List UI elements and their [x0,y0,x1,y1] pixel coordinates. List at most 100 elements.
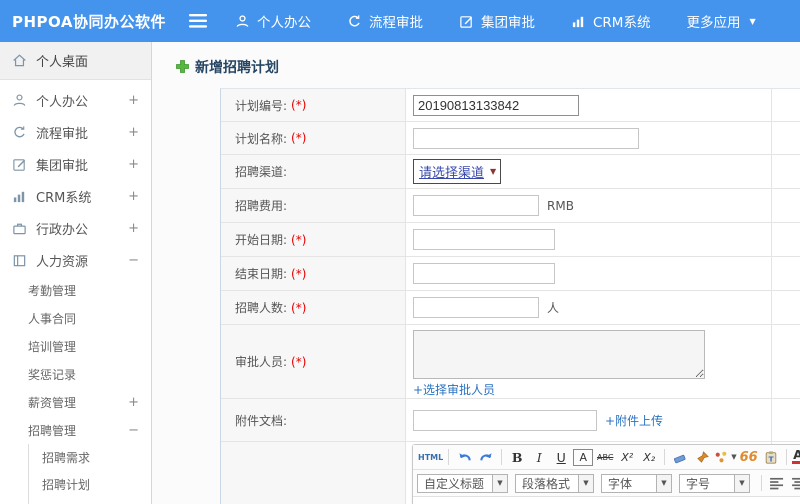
sidebar-item-hr-contract[interactable]: 人事合同 [0,304,151,332]
chevron-down-icon: ▼ [749,16,756,26]
eraser-icon[interactable] [670,447,690,467]
align-left-icon[interactable] [767,473,787,493]
caret-down-icon[interactable]: ▼ [657,473,672,493]
blockquote-button[interactable]: 66 [739,447,759,467]
collapse-minus-icon[interactable]: − [128,253,139,268]
sidebar-item-desktop[interactable]: 个人桌面 [0,42,151,80]
select-approvers-link[interactable]: +选择审批人员 [413,381,495,398]
sidebar-item-talent-pool[interactable]: 人才库 [29,498,151,504]
font-size-dropdown[interactable]: 字号 ▼ [679,473,750,493]
sidebar-item-label: 人事合同 [28,311,77,326]
caret-down-icon[interactable]: ▼ [735,473,750,493]
caret-down-icon: ▼ [490,167,497,176]
strikethrough-button[interactable]: ABC [595,447,615,467]
caret-down-icon[interactable]: ▼ [579,473,594,493]
plan-number-input[interactable] [413,94,579,116]
form-row-headcount: 招聘人数: (*) 人 [221,291,800,325]
row-filler [772,257,800,290]
collapse-minus-icon[interactable]: − [128,423,139,438]
undo-icon[interactable] [454,447,474,467]
form-row-attachment: 附件文档: +附件上传 [221,399,800,442]
sidebar-item-salary[interactable]: 薪资管理 + [0,388,151,416]
dropdown-value: 字号 [679,473,735,493]
sidebar-item-crm[interactable]: CRM系统 + [0,180,151,212]
form-row-plan-number: 计划编号: (*) [221,89,800,122]
sidebar-item-label: 培训管理 [28,339,77,354]
headcount-input[interactable] [413,297,539,318]
sidebar-item-recruitment[interactable]: 招聘管理 − [0,416,151,444]
expand-plus-icon[interactable]: + [128,125,139,140]
app-logo[interactable]: PHPOA协同办公软件 [0,11,175,32]
toolbar-separator [448,449,450,465]
align-center-icon[interactable] [789,473,800,493]
auto-typeset-icon[interactable]: ▼ [714,447,737,467]
fee-input[interactable] [413,195,539,216]
nav-personal-office[interactable]: 个人办公 [235,11,311,31]
top-navbar: PHPOA协同办公软件 个人办公 流程审批 集团审批 CRM系统 更多应用 ▼ [0,0,800,42]
sidebar-item-recruit-demand[interactable]: 招聘需求 [29,444,151,471]
paragraph-format-dropdown[interactable]: 段落格式 ▼ [515,473,594,493]
row-filler [772,399,800,441]
end-date-input[interactable] [413,263,555,284]
paste-word-icon[interactable]: T [761,447,781,467]
redo-icon[interactable] [476,447,496,467]
rich-text-editor: HTML B I U A ABC X² X₂ ▼ 66 T 自定义标题 ▼ 段落… [412,444,800,504]
expand-plus-icon[interactable]: + [128,189,139,204]
sidebar: 个人桌面 个人办公 + 流程审批 + 集团审批 + CRM系统 + 行政办公 +… [0,42,152,504]
nav-more-apps[interactable]: 更多应用 ▼ [686,11,755,31]
sidebar-item-attendance[interactable]: 考勤管理 [0,276,151,304]
expand-plus-icon[interactable]: + [128,395,139,410]
approvers-textarea[interactable] [413,330,705,379]
custom-heading-dropdown[interactable]: 自定义标题 ▼ [417,473,508,493]
row-filler [772,291,800,324]
nav-label: 个人办公 [257,15,311,31]
process-icon [12,125,27,140]
editor-toolbar-row1: HTML B I U A ABC X² X₂ ▼ 66 T [413,445,800,470]
underline-button[interactable]: U [551,447,571,467]
superscript-button[interactable]: X² [617,447,637,467]
hamburger-menu-icon[interactable] [189,14,207,28]
nav-label: 流程审批 [369,15,423,31]
sidebar-item-recruit-plan[interactable]: 招聘计划 [29,471,151,498]
form-row-channel: 招聘渠道: 请选择渠道 ▼ [221,155,800,189]
sidebar-item-personal-office[interactable]: 个人办公 + [0,84,151,116]
nav-process-approval[interactable]: 流程审批 [347,11,423,31]
editor-content-area[interactable] [413,497,800,504]
sidebar-item-rewards[interactable]: 奖惩记录 [0,360,151,388]
expand-plus-icon[interactable]: + [128,93,139,108]
font-family-dropdown[interactable]: 字体 ▼ [601,473,672,493]
sidebar-item-label: 人力资源 [36,254,89,270]
sidebar-item-label: CRM系统 [36,190,92,206]
attachment-input[interactable] [413,409,597,431]
attachment-upload-link[interactable]: +附件上传 [605,412,663,429]
nav-label: CRM系统 [593,15,651,31]
sidebar-item-process-approval[interactable]: 流程审批 + [0,116,151,148]
person-icon [235,14,250,29]
edit-icon [459,14,474,29]
nav-group-approval[interactable]: 集团审批 [459,11,535,31]
sidebar-item-label: 招聘计划 [42,478,91,492]
sidebar-item-hr[interactable]: 人力资源 − [0,244,151,276]
caret-down-icon[interactable]: ▼ [493,473,508,493]
caret-down-icon: ▼ [731,453,737,461]
font-color-button[interactable]: A ▼ [791,447,800,467]
sidebar-item-admin-office[interactable]: 行政办公 + [0,212,151,244]
required-mark: (*) [291,131,307,145]
bold-button[interactable]: B [507,447,527,467]
subscript-button[interactable]: X₂ [639,447,659,467]
format-brush-icon[interactable] [692,447,712,467]
html-source-button[interactable]: HTML [418,447,443,467]
plan-name-input[interactable] [413,127,639,149]
border-text-button[interactable]: A [573,448,594,466]
sidebar-item-label: 集团审批 [36,158,89,174]
channel-select[interactable]: 请选择渠道 ▼ [413,159,502,184]
italic-button[interactable]: I [529,447,549,467]
expand-plus-icon[interactable]: + [128,157,139,172]
expand-plus-icon[interactable]: + [128,221,139,236]
sidebar-item-group-approval[interactable]: 集团审批 + [0,148,151,180]
sidebar-item-training[interactable]: 培训管理 [0,332,151,360]
sidebar-item-label: 招聘需求 [42,451,91,465]
nav-crm-system[interactable]: CRM系统 [571,11,650,31]
headcount-unit: 人 [547,301,560,315]
start-date-input[interactable] [413,229,555,250]
